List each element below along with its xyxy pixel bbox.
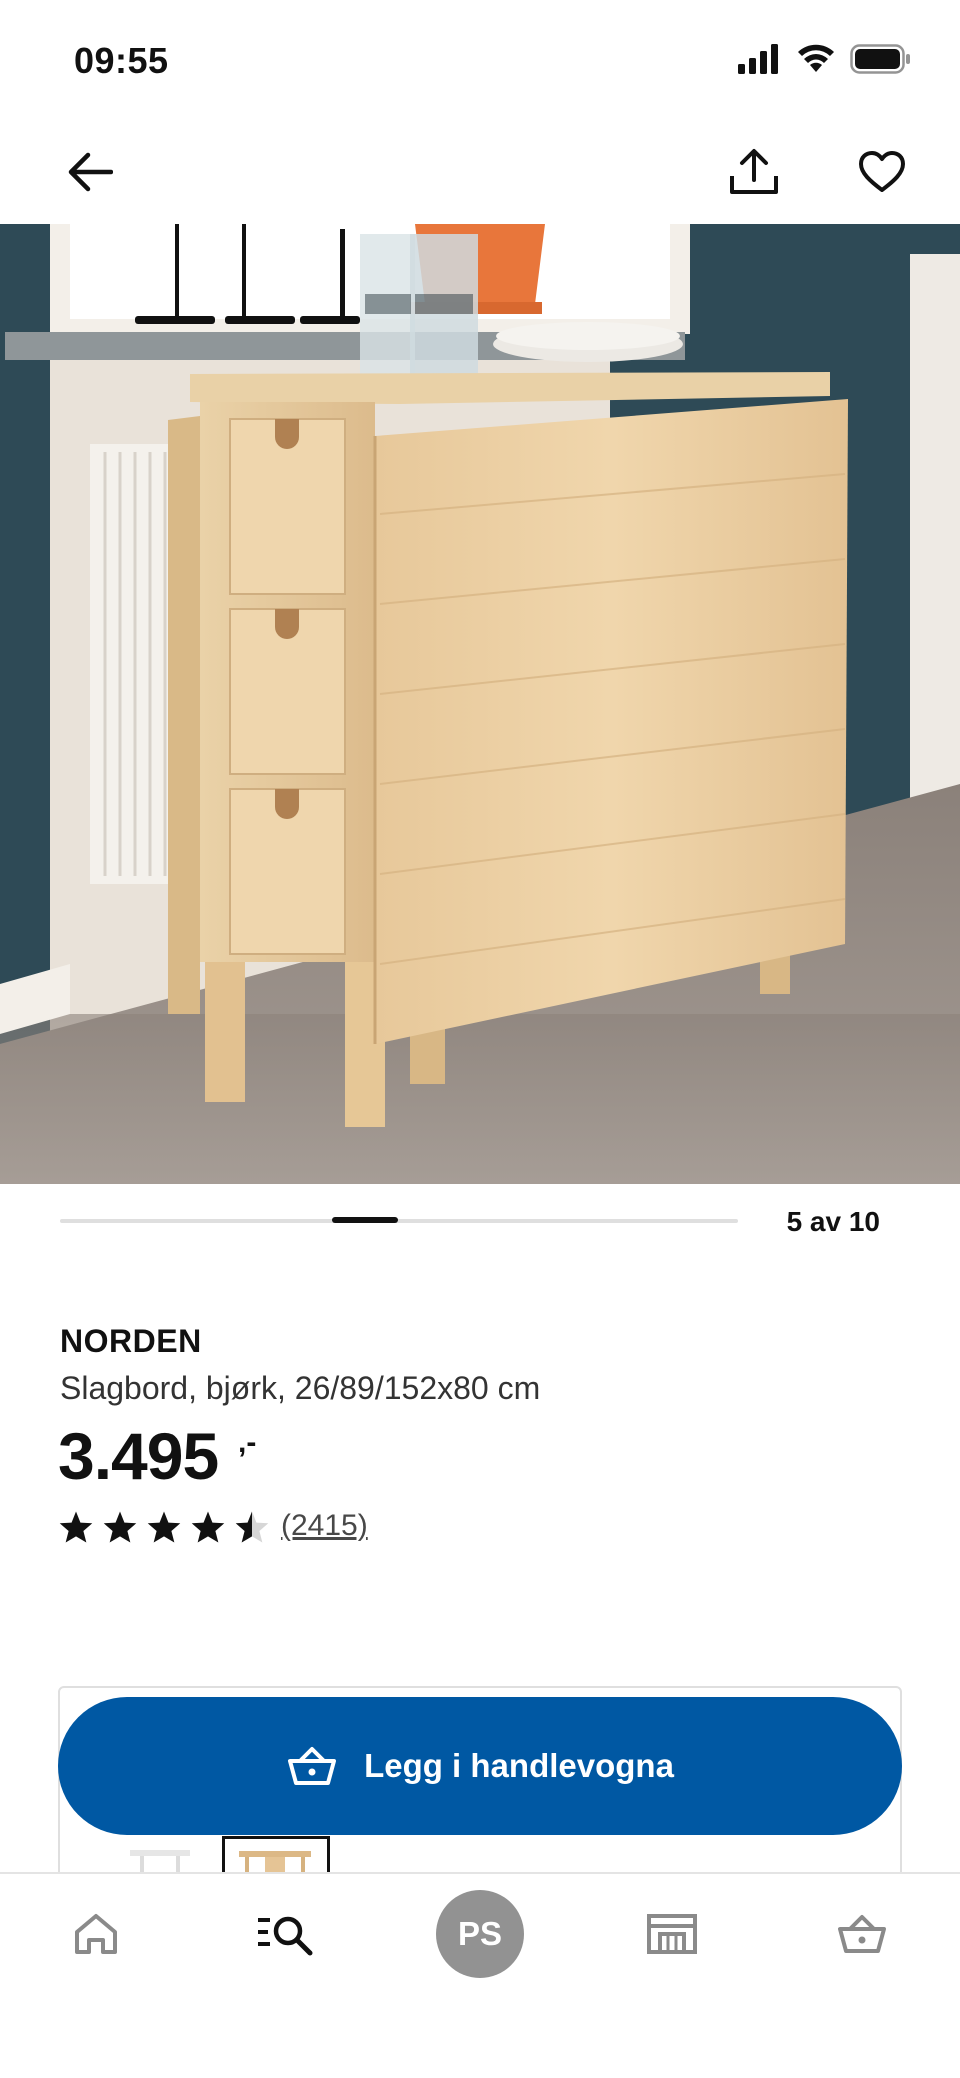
nav-cart[interactable] <box>826 1874 898 1994</box>
battery-icon <box>850 44 910 74</box>
favorite-button[interactable] <box>850 140 914 204</box>
nav-profile[interactable]: PS <box>436 1874 524 1994</box>
add-to-cart-button[interactable]: Legg i handlevogna <box>58 1697 902 1835</box>
home-icon <box>75 1914 117 1954</box>
product-image[interactable] <box>0 224 960 1184</box>
top-app-bar <box>0 120 960 224</box>
bottom-navigation: PS <box>0 1872 960 2078</box>
search-list-icon <box>258 1916 313 1956</box>
wifi-icon <box>798 44 834 72</box>
nav-search[interactable] <box>250 1874 322 1994</box>
star-filled-icon <box>191 1511 225 1543</box>
nav-stores[interactable] <box>636 1874 708 1994</box>
heart-icon <box>859 151 905 192</box>
carousel-progress[interactable] <box>60 1217 738 1223</box>
add-to-cart-label: Legg i handlevogna <box>364 1747 674 1784</box>
share-button[interactable] <box>722 140 786 204</box>
product-price: 3.495 <box>58 1419 219 1493</box>
status-time: 09:55 <box>74 40 169 81</box>
product-name: NORDEN <box>60 1323 202 1359</box>
nav-home[interactable] <box>60 1874 132 1994</box>
carousel-counter: 5 av 10 <box>786 1206 880 1237</box>
price-suffix: ,- <box>238 1426 257 1459</box>
product-description: Slagbord, bjørk, 26/89/152x80 cm <box>60 1370 541 1406</box>
store-icon <box>647 1914 697 1954</box>
status-bar: 09:55 <box>0 0 960 120</box>
share-icon <box>730 149 778 194</box>
star-filled-icon <box>103 1511 137 1543</box>
status-icons <box>738 44 912 74</box>
arrow-left-icon <box>68 152 113 192</box>
product-photo-table <box>0 224 960 1184</box>
avatar: PS <box>436 1890 524 1978</box>
carousel-progress-thumb <box>332 1217 398 1223</box>
rating-stars <box>58 1510 270 1544</box>
star-half-icon <box>235 1511 269 1543</box>
cellular-signal-icon <box>738 44 778 74</box>
review-count-link[interactable]: (2415) <box>281 1509 368 1543</box>
back-button[interactable] <box>60 142 120 202</box>
shopping-basket-icon <box>288 1747 337 1785</box>
shopping-basket-icon <box>838 1915 886 1953</box>
star-filled-icon <box>59 1511 93 1543</box>
star-filled-icon <box>147 1511 181 1543</box>
